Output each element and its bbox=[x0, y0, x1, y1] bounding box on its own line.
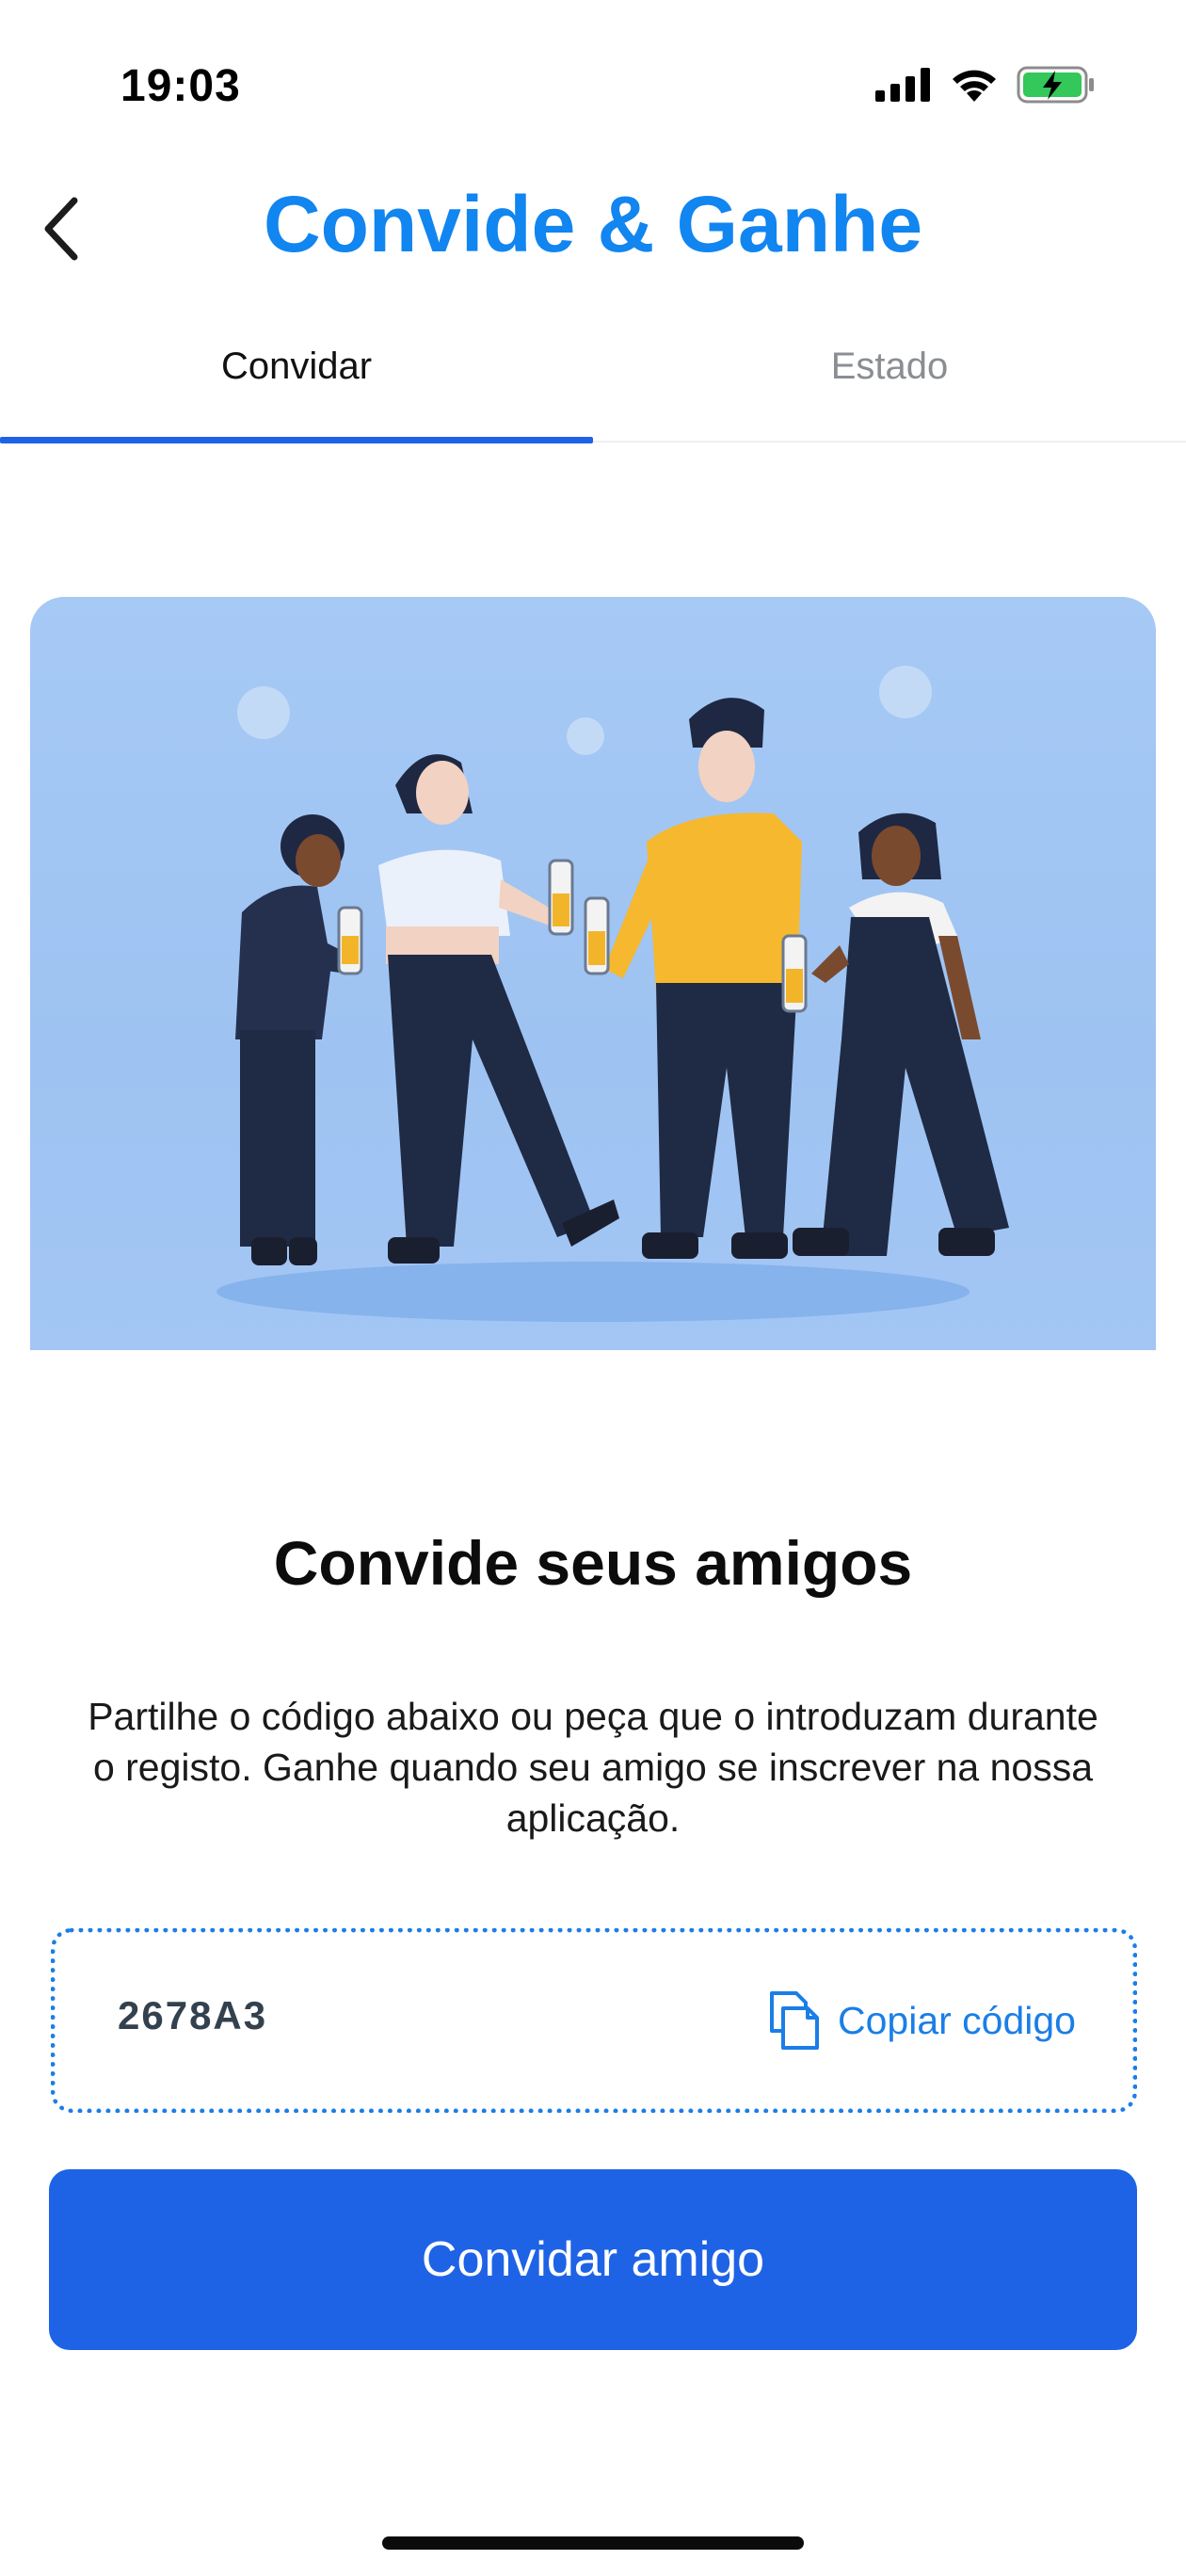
page-title: Convide & Ganhe bbox=[263, 180, 923, 268]
battery-charging-icon bbox=[1017, 66, 1094, 104]
tab-convidar[interactable]: Convidar bbox=[0, 311, 593, 441]
hero-illustration bbox=[30, 597, 1156, 1350]
referral-code-box: 2678A3 Copiar código bbox=[51, 1928, 1137, 2113]
active-tab-indicator bbox=[0, 437, 593, 443]
invite-friend-button[interactable]: Convidar amigo bbox=[49, 2169, 1137, 2350]
copy-icon bbox=[770, 1991, 819, 2050]
home-indicator bbox=[382, 2536, 804, 2550]
status-time: 19:03 bbox=[120, 61, 241, 111]
nav-header: Convide & Ganhe bbox=[0, 169, 1186, 282]
copy-code-label: Copiar código bbox=[838, 1998, 1076, 2042]
tab-estado[interactable]: Estado bbox=[593, 311, 1186, 441]
wifi-icon bbox=[953, 70, 996, 102]
status-bar: 19:03 bbox=[0, 0, 1186, 169]
referral-code: 2678A3 bbox=[118, 1993, 268, 2037]
signal-icon bbox=[875, 68, 930, 102]
status-icons bbox=[875, 66, 1096, 104]
copy-code-button[interactable]: Copiar código bbox=[764, 1989, 1076, 2052]
friends-toasting-illustration bbox=[216, 666, 1009, 1322]
tab-bar: Convidar Estado bbox=[0, 311, 1186, 443]
invite-heading: Convide seus amigos bbox=[273, 1528, 913, 1598]
invite-description: Partilhe o código abaixo ou peça que o i… bbox=[88, 1695, 1098, 1840]
